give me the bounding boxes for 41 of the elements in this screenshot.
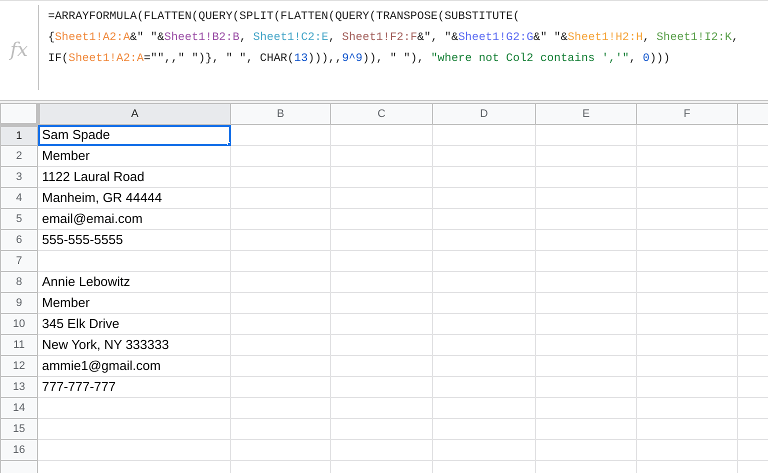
formula-line: {Sheet1!A2:A&" "&Sheet1!B2:B, Sheet1!C2:E, Sheet1!F2:F&", "&Sheet1!G2:G&" "&Sheet1!H2:H, Sheet1!I2:K, [48, 30, 740, 46]
row-header[interactable]: 16 [0, 440, 38, 460]
cell[interactable] [38, 398, 230, 418]
row-header[interactable]: 2 [0, 146, 38, 166]
row-header[interactable]: 10 [0, 314, 38, 334]
cell[interactable] [38, 418, 230, 440]
row-header[interactable]: 5 [0, 208, 38, 230]
cell[interactable]: email@emai.com [38, 208, 230, 230]
row-header[interactable]: 6 [0, 230, 38, 250]
cell[interactable]: Manheim, GR 44444 [38, 188, 230, 208]
cell[interactable]: New York, NY 333333 [38, 334, 230, 356]
formula-line: IF(Sheet1!A2:A="",," ")}, " ", CHAR(13))),,9^9)), " "), "where not Col2 contains ','", 0))) [48, 52, 672, 67]
row-header[interactable]: 3 [0, 166, 38, 188]
cell[interactable] [38, 250, 230, 272]
row-header[interactable]: 14 [0, 398, 38, 418]
row-header[interactable]: 11 [0, 334, 38, 356]
cell[interactable]: 345 Elk Drive [38, 314, 230, 334]
fx-label: fx [10, 41, 28, 60]
cell[interactable]: Member [38, 146, 230, 166]
column-header[interactable]: A [38, 104, 230, 124]
row-header[interactable]: 9 [0, 292, 38, 314]
row-header[interactable]: 13 [0, 376, 38, 398]
cell[interactable]: Sam Spade [38, 124, 230, 146]
cell[interactable]: 1122 Laural Road [38, 166, 230, 188]
column-header[interactable]: B [230, 104, 330, 124]
cell[interactable] [38, 440, 230, 460]
cell[interactable]: ammie1@gmail.com [38, 356, 230, 376]
row-header[interactable]: 12 [0, 356, 38, 376]
column-header[interactable]: E [536, 104, 636, 124]
row-header[interactable]: 4 [0, 188, 38, 208]
cell[interactable]: Annie Lebowitz [38, 272, 230, 292]
formula-line: =ARRAYFORMULA(FLATTEN(QUERY(SPLIT(FLATTEN(QUERY(TRANSPOSE(SUBSTITUTE( [48, 10, 521, 25]
row-header[interactable]: 15 [0, 418, 38, 440]
cell[interactable]: Member [38, 292, 230, 314]
column-header[interactable]: C [330, 104, 432, 124]
cell[interactable]: 777-777-777 [38, 376, 230, 398]
cell[interactable]: 555-555-5555 [38, 230, 230, 250]
column-header[interactable]: D [432, 104, 536, 124]
column-header[interactable]: F [636, 104, 738, 124]
row-header[interactable]: 8 [0, 272, 38, 292]
row-header[interactable]: 7 [0, 250, 38, 272]
